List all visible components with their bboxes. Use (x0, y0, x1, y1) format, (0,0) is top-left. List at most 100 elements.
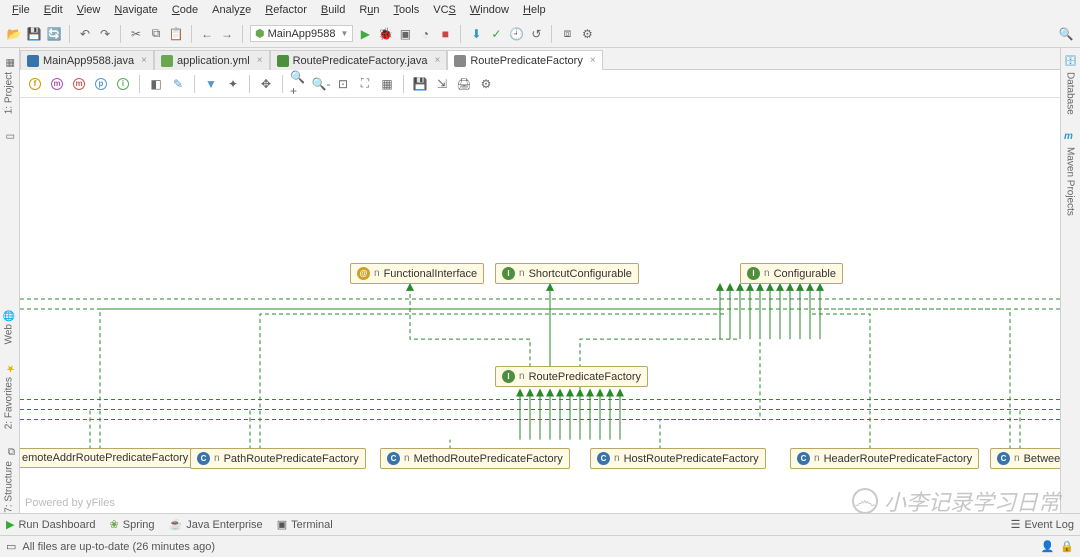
print-icon[interactable]: 🖨 (455, 75, 473, 93)
tab-route-predicate-diagram[interactable]: RoutePredicateFactory × (447, 50, 602, 70)
refresh-icon[interactable]: 🔄 (46, 26, 62, 42)
actual-size-icon[interactable]: ⊡ (334, 75, 352, 93)
diagram-toolbar: f m m p i ◧ ✎ ▼ ✦ ✥ 🔍+ 🔍- ⊡ ⛶ ▦ 💾 ⇲ 🖨 ⚙ (20, 70, 1060, 98)
tool-database[interactable]: 🗄Database (1061, 48, 1079, 123)
tool-java-enterprise[interactable]: ☕Java Enterprise (169, 518, 263, 531)
sdk-icon[interactable]: ⚙ (579, 26, 595, 42)
tab-application-yml[interactable]: application.yml × (154, 50, 270, 70)
node-label: PathRoutePredicateFactory (224, 453, 359, 465)
node-route-predicate-factory[interactable]: I n RoutePredicateFactory (495, 366, 648, 387)
copy-icon[interactable]: ⧉ (148, 26, 164, 42)
menu-run[interactable]: Run (353, 2, 385, 18)
menu-help[interactable]: Help (517, 2, 552, 18)
close-icon[interactable]: × (141, 55, 147, 66)
menu-build[interactable]: Build (315, 2, 351, 18)
menu-window[interactable]: Window (464, 2, 515, 18)
export-icon[interactable]: ⇲ (433, 75, 451, 93)
filter-icon[interactable]: ▼ (202, 75, 220, 93)
tool-run-dashboard[interactable]: ▶Run Dashboard (6, 518, 96, 531)
menu-navigate[interactable]: Navigate (108, 2, 163, 18)
vcs-history-icon[interactable]: 🕘 (508, 26, 524, 42)
tool-terminal[interactable]: ▣Terminal (277, 518, 333, 531)
menu-refactor[interactable]: Refactor (259, 2, 313, 18)
namespace-icon: n (519, 371, 525, 382)
undo-icon[interactable]: ↶ (77, 26, 93, 42)
node-label: RoutePredicateFactory (529, 371, 642, 383)
node-header-factory[interactable]: C n HeaderRoutePredicateFactory (790, 448, 979, 469)
inner-icon[interactable]: i (114, 75, 132, 93)
tool-spring[interactable]: ❀Spring (110, 518, 155, 531)
main-menu-bar: File Edit View Navigate Code Analyze Ref… (0, 0, 1080, 20)
layout-icon[interactable]: ✥ (257, 75, 275, 93)
change-scope-icon[interactable]: ◧ (147, 75, 165, 93)
menu-tools[interactable]: Tools (388, 2, 426, 18)
stop-icon[interactable]: ■ (437, 26, 453, 42)
lock-icon[interactable]: 🔒 (1060, 540, 1074, 553)
node-functional-interface[interactable]: @ n FunctionalInterface (350, 263, 484, 284)
open-icon[interactable]: 📂 (6, 26, 22, 42)
tool-project[interactable]: 1: Project▦ (0, 48, 18, 122)
project-structure-icon[interactable]: ⧈ (559, 26, 575, 42)
status-bar: ▭ All files are up-to-date (26 minutes a… (0, 535, 1080, 557)
tool-maven[interactable]: mMaven Projects (1061, 123, 1079, 224)
constructors-icon[interactable]: m (48, 75, 66, 93)
run-icon[interactable]: ▶ (357, 26, 373, 42)
tab-route-predicate-java[interactable]: RoutePredicateFactory.java × (270, 50, 448, 70)
node-path-factory[interactable]: C n PathRoutePredicateFactory (190, 448, 366, 469)
cut-icon[interactable]: ✂ (128, 26, 144, 42)
run-configuration-selector[interactable]: ⬢ MainApp9588 ▼ (250, 25, 353, 42)
node-host-factory[interactable]: C n HostRoutePredicateFactory (590, 448, 766, 469)
vcs-commit-icon[interactable]: ✓ (488, 26, 504, 42)
debug-icon[interactable]: 🐞 (377, 26, 393, 42)
menu-edit[interactable]: Edit (38, 2, 69, 18)
diagram-icon (454, 55, 466, 67)
categories-icon[interactable]: ✦ (224, 75, 242, 93)
node-configurable[interactable]: I n Configurable (740, 263, 843, 284)
close-icon[interactable]: × (590, 55, 596, 66)
tab-mainapp[interactable]: MainApp9588.java × (20, 50, 154, 70)
edit-colors-icon[interactable]: ✎ (169, 75, 187, 93)
zoom-out-icon[interactable]: 🔍- (312, 75, 330, 93)
vcs-revert-icon[interactable]: ↺ (528, 26, 544, 42)
interface-icon: I (502, 370, 515, 383)
tool-minimize[interactable]: ▭ (0, 122, 18, 150)
tab-label: application.yml (177, 55, 250, 67)
diagram-canvas[interactable]: @ n FunctionalInterface I n ShortcutConf… (20, 98, 1060, 513)
save-icon[interactable]: 💾 (411, 75, 429, 93)
tool-event-log[interactable]: ☰Event Log (1011, 518, 1074, 531)
apply-layout-icon[interactable]: ▦ (378, 75, 396, 93)
properties-icon[interactable]: p (92, 75, 110, 93)
tool-web[interactable]: Web🌐 (0, 300, 18, 352)
back-icon[interactable]: ← (199, 26, 215, 42)
profile-icon[interactable]: ◔ (417, 26, 433, 42)
close-icon[interactable]: × (435, 55, 441, 66)
terminal-icon: ▣ (277, 518, 287, 531)
hector-icon[interactable]: 👤 (1041, 540, 1055, 553)
menu-view[interactable]: View (71, 2, 107, 18)
menu-analyze[interactable]: Analyze (206, 2, 257, 18)
coverage-icon[interactable]: ▣ (397, 26, 413, 42)
search-everywhere-icon[interactable]: 🔍 (1058, 26, 1074, 42)
status-icon[interactable]: ▭ (6, 540, 16, 553)
node-method-factory[interactable]: C n MethodRoutePredicateFactory (380, 448, 570, 469)
paste-icon[interactable]: 📋 (168, 26, 184, 42)
menu-code[interactable]: Code (166, 2, 204, 18)
node-remote-addr-factory[interactable]: emoteAddrRoutePredicateFactory (20, 448, 195, 468)
vcs-update-icon[interactable]: ⬇ (468, 26, 484, 42)
forward-icon[interactable]: → (219, 26, 235, 42)
node-between-factory[interactable]: C n BetweenRoutePredi (990, 448, 1060, 469)
tool-favorites[interactable]: 2: Favorites★ (0, 353, 18, 437)
tool-structure[interactable]: 7: Structure⧉ (0, 437, 18, 521)
fit-icon[interactable]: ⛶ (356, 75, 374, 93)
menu-vcs[interactable]: VCS (427, 2, 462, 18)
close-icon[interactable]: × (257, 55, 263, 66)
zoom-in-icon[interactable]: 🔍+ (290, 75, 308, 93)
redo-icon[interactable]: ↷ (97, 26, 113, 42)
settings-icon[interactable]: ⚙ (477, 75, 495, 93)
methods-icon[interactable]: m (70, 75, 88, 93)
fields-icon[interactable]: f (26, 75, 44, 93)
structure-icon: ⧉ (3, 445, 15, 457)
node-shortcut-configurable[interactable]: I n ShortcutConfigurable (495, 263, 639, 284)
menu-file[interactable]: File (6, 2, 36, 18)
save-all-icon[interactable]: 💾 (26, 26, 42, 42)
